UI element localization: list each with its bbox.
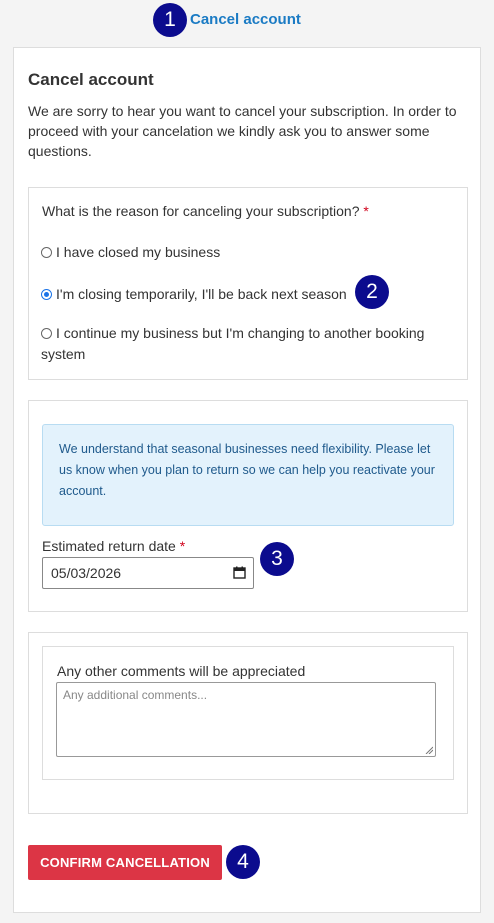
- step-badge-4: 4: [226, 845, 260, 879]
- reason-option-closed[interactable]: I have closed my business: [41, 242, 220, 263]
- return-date-value: 05/03/2026: [51, 565, 122, 581]
- reason-question-text: What is the reason for canceling your su…: [42, 203, 360, 219]
- step-badge-1: 1: [153, 3, 187, 37]
- reason-option-label: I continue my business but I'm changing …: [41, 325, 425, 362]
- radio-closing-temporarily[interactable]: [41, 289, 52, 300]
- seasonal-info-alert: We understand that seasonal businesses n…: [42, 424, 454, 526]
- radio-changing-system[interactable]: [41, 328, 52, 339]
- intro-text: We are sorry to hear you want to cancel …: [28, 103, 457, 159]
- resize-handle-icon[interactable]: [425, 746, 433, 754]
- reason-option-label: I'm closing temporarily, I'll be back ne…: [56, 286, 347, 302]
- reason-question: What is the reason for canceling your su…: [42, 203, 369, 219]
- confirm-cancellation-button[interactable]: CONFIRM CANCELLATION: [28, 845, 222, 880]
- cancel-account-link[interactable]: Cancel account: [190, 11, 301, 28]
- reason-panel: What is the reason for canceling your su…: [28, 187, 468, 380]
- reason-option-changing-system[interactable]: I continue my business but I'm changing …: [41, 323, 451, 365]
- seasonal-panel: We understand that seasonal businesses n…: [28, 400, 468, 612]
- calendar-icon[interactable]: [233, 566, 246, 579]
- comments-label: Any other comments will be appreciated: [57, 663, 306, 679]
- radio-closed-business[interactable]: [41, 247, 52, 258]
- required-mark: *: [363, 203, 369, 219]
- page-title: Cancel account: [28, 70, 154, 89]
- top-header: 1 Cancel account: [0, 0, 494, 42]
- return-date-label: Estimated return date *: [42, 538, 185, 554]
- step-badge-3: 3: [260, 542, 294, 576]
- reason-option-label: I have closed my business: [56, 244, 221, 260]
- comments-textarea[interactable]: Any additional comments...: [56, 682, 436, 757]
- step-badge-2: 2: [355, 275, 389, 309]
- comments-panel: Any other comments will be appreciated A…: [28, 632, 468, 814]
- comments-box: Any other comments will be appreciated A…: [42, 646, 454, 780]
- return-date-input[interactable]: 05/03/2026: [42, 557, 254, 589]
- comments-placeholder: Any additional comments...: [63, 688, 208, 702]
- cancel-account-card: Cancel account We are sorry to hear you …: [13, 47, 481, 913]
- reason-option-temporary[interactable]: I'm closing temporarily, I'll be back ne…: [41, 284, 347, 305]
- return-date-label-text: Estimated return date: [42, 538, 176, 554]
- required-mark: *: [179, 538, 186, 554]
